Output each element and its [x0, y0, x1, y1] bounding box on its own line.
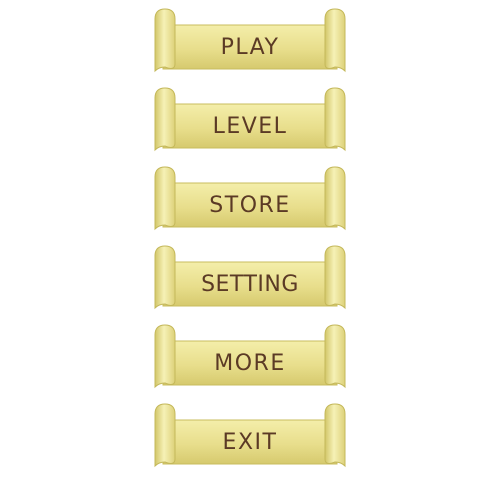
- store-label: STORE: [209, 193, 291, 218]
- setting-button[interactable]: SETTING: [154, 245, 346, 310]
- more-label: MORE: [214, 351, 286, 376]
- exit-button[interactable]: EXIT: [154, 403, 346, 468]
- level-button[interactable]: LEVEL: [154, 87, 346, 152]
- more-button[interactable]: MORE: [154, 324, 346, 389]
- play-button[interactable]: PLAY: [154, 8, 346, 73]
- setting-label: SETTING: [201, 272, 299, 297]
- game-main-menu: PLAY LEVEL STORE SETTING MORE EXIT: [0, 0, 500, 500]
- exit-label: EXIT: [222, 430, 278, 455]
- store-button[interactable]: STORE: [154, 166, 346, 231]
- level-label: LEVEL: [212, 114, 288, 139]
- play-label: PLAY: [220, 35, 280, 60]
